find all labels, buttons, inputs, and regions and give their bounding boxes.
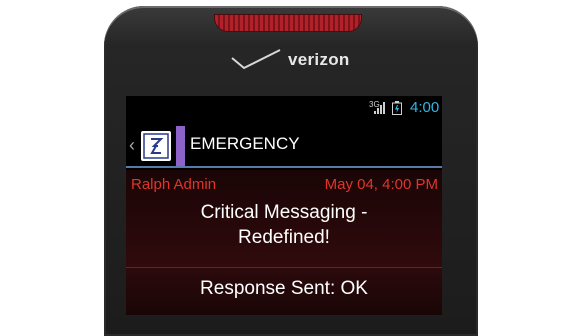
message-body-line-1: Critical Messaging -: [200, 202, 368, 223]
response-status: Response Sent: OK: [200, 278, 368, 299]
response-card[interactable]: Response Sent: OK: [126, 268, 442, 315]
message-card[interactable]: Ralph Admin May 04, 4:00 PM Critical Mes…: [126, 170, 442, 268]
carrier-logo: verizon: [230, 48, 350, 72]
earpiece-speaker: [214, 14, 362, 32]
app-logo-icon[interactable]: [141, 131, 171, 161]
app-logo-glyph: [143, 133, 169, 159]
phone-screen: 3G 4:00 ‹ EMERGENCY Ralph Admin May 04, …: [126, 96, 442, 315]
carrier-name: verizon: [288, 50, 350, 69]
page-title: EMERGENCY: [190, 134, 300, 153]
status-time: 4:00: [410, 99, 440, 116]
signal-icon: [374, 102, 385, 114]
app-title-bar: ‹ EMERGENCY: [126, 126, 442, 168]
message-body-line-2: Redefined!: [238, 227, 330, 248]
message-body: Critical Messaging - Redefined!: [126, 200, 442, 250]
accent-bar: [176, 126, 185, 166]
message-date: May 04, 4:00 PM: [324, 176, 438, 193]
status-bar: 3G 4:00: [126, 96, 442, 120]
battery-icon: [392, 101, 402, 115]
message-sender: Ralph Admin: [131, 176, 217, 193]
verizon-check-icon: [231, 49, 281, 70]
back-arrow-icon[interactable]: ‹: [129, 135, 135, 156]
